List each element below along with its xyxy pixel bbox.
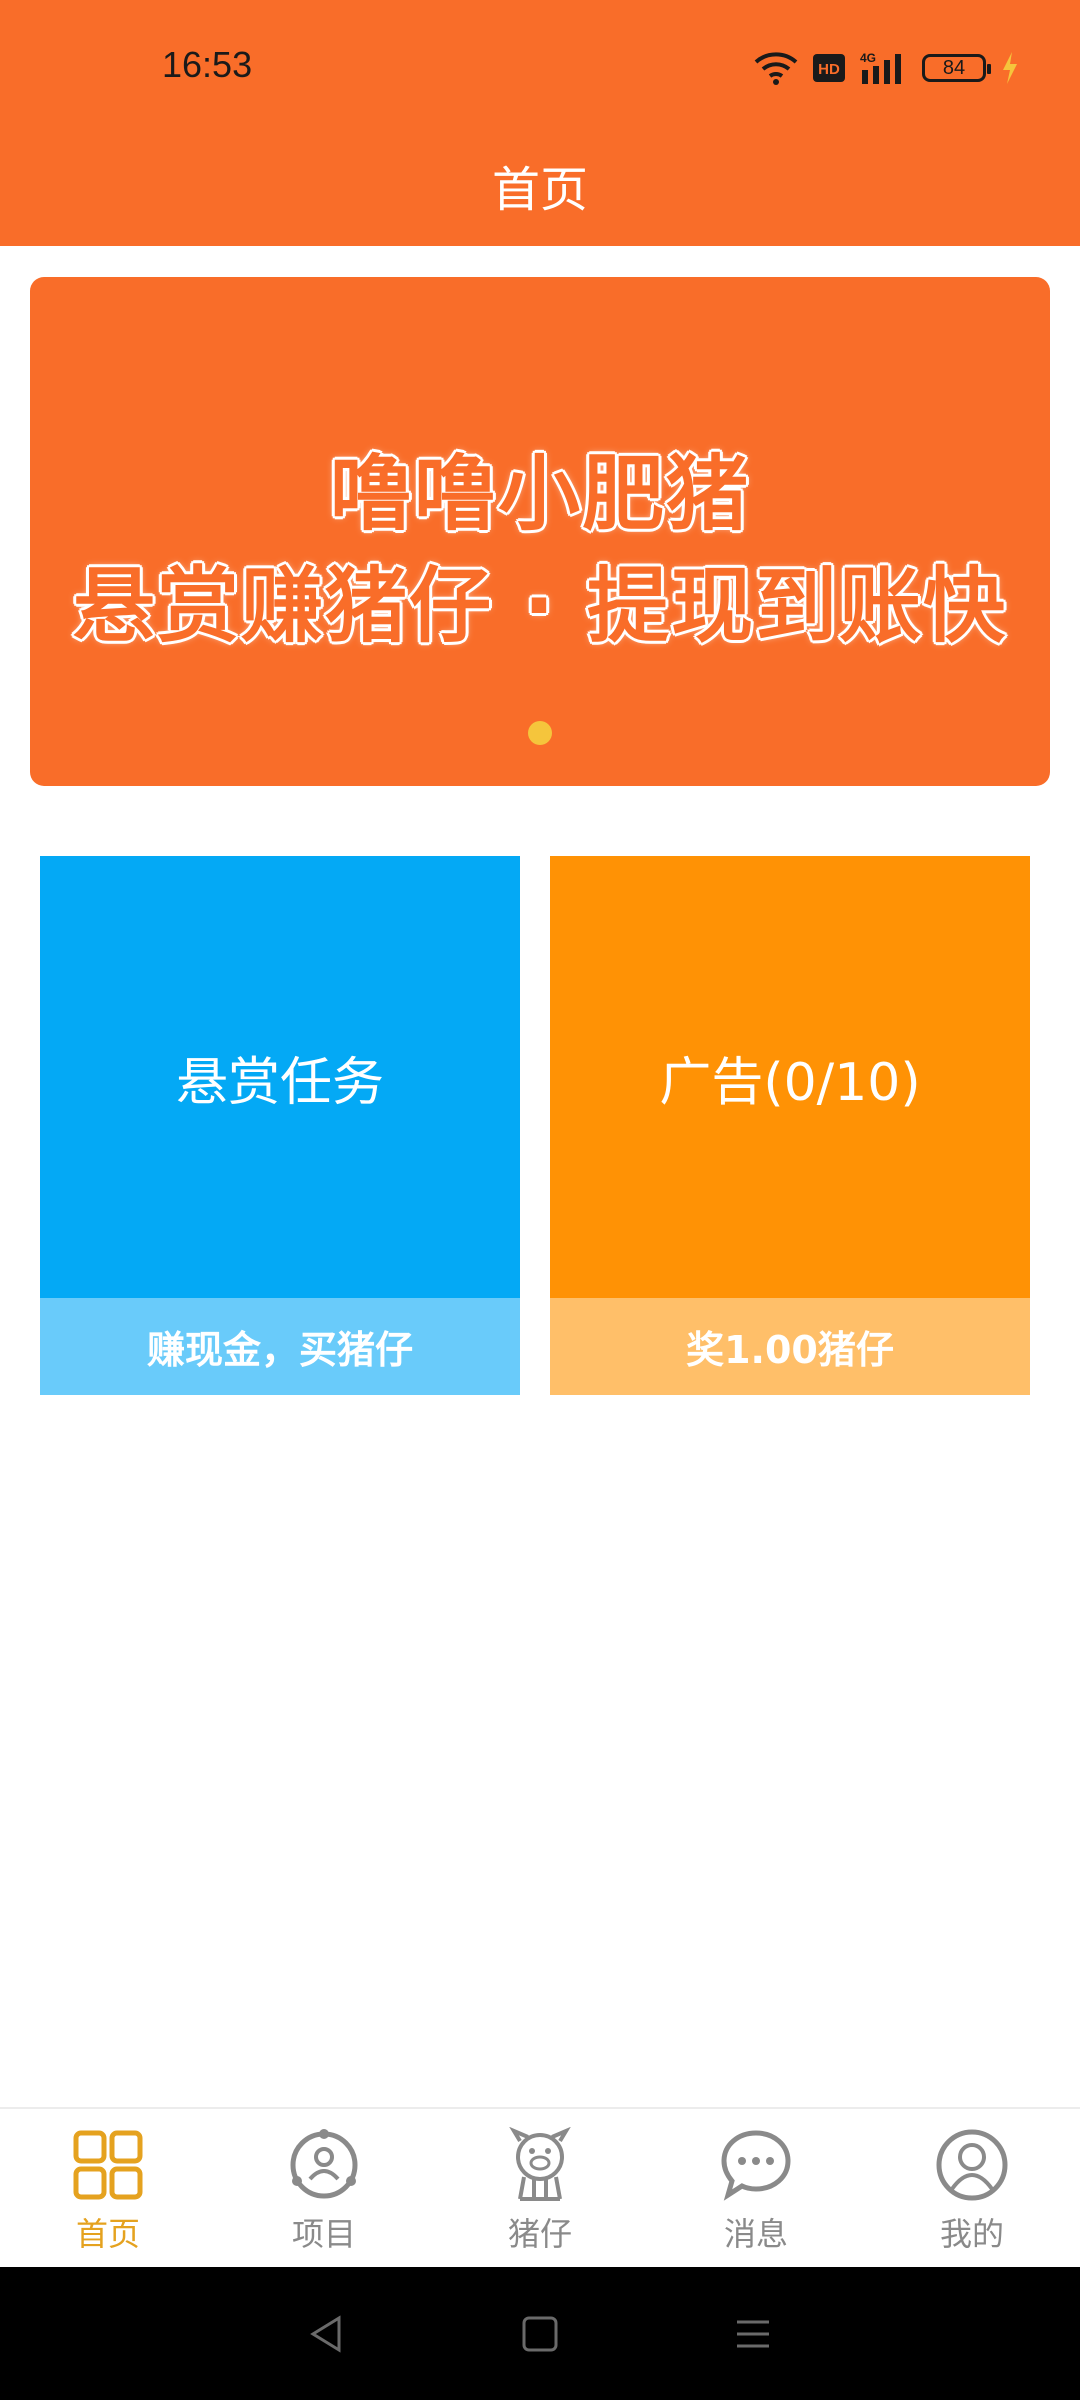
grid-icon bbox=[73, 2130, 143, 2200]
reward-task-subtitle: 赚现金，买猪仔 bbox=[40, 1298, 520, 1395]
battery-level: 84 bbox=[942, 56, 966, 79]
tab-project-label: 项目 bbox=[291, 2215, 356, 2253]
back-icon[interactable] bbox=[307, 2314, 347, 2354]
wifi-icon bbox=[754, 52, 798, 85]
top-bar: 16:53 HD 4G 84 首页 bbox=[0, 0, 1080, 246]
banner-slogan: 悬赏赚猪仔 · 提现到账快 bbox=[72, 559, 1008, 654]
banner-title: 噜噜小肥猪 bbox=[329, 447, 750, 542]
message-icon bbox=[721, 2130, 791, 2201]
ad-subtitle: 奖1.00猪仔 bbox=[550, 1298, 1030, 1395]
home-icon[interactable] bbox=[520, 2314, 560, 2354]
tab-message-label: 消息 bbox=[723, 2215, 788, 2253]
promo-banner[interactable]: 噜噜小肥猪 悬赏赚猪仔 · 提现到账快 bbox=[30, 277, 1050, 786]
tab-pig-label: 猪仔 bbox=[507, 2215, 572, 2253]
status-time: 16:53 bbox=[162, 44, 253, 85]
system-nav-bar bbox=[0, 2267, 1080, 2400]
reward-task-card[interactable]: 悬赏任务 赚现金，买猪仔 bbox=[40, 856, 520, 1395]
ad-card[interactable]: 广告(0/10) 奖1.00猪仔 bbox=[550, 856, 1030, 1395]
charging-icon bbox=[1003, 52, 1017, 84]
hd-icon: HD bbox=[813, 54, 845, 82]
tab-message[interactable]: 消息 bbox=[648, 2109, 864, 2269]
reward-task-title: 悬赏任务 bbox=[40, 856, 520, 1298]
profile-icon bbox=[936, 2129, 1008, 2201]
bottom-tab-bar: 首页 项目 猪仔 消息 我的 bbox=[0, 2107, 1080, 2269]
menu-icon[interactable] bbox=[733, 2314, 773, 2354]
ad-title: 广告(0/10) bbox=[550, 856, 1030, 1298]
tab-pig[interactable]: 猪仔 bbox=[432, 2109, 648, 2269]
tab-project[interactable]: 项目 bbox=[216, 2109, 432, 2269]
project-icon bbox=[290, 2129, 358, 2199]
tab-home-label: 首页 bbox=[75, 2215, 140, 2253]
battery-icon: 84 bbox=[922, 54, 991, 82]
tab-home[interactable]: 首页 bbox=[0, 2109, 216, 2269]
svg-text:4G: 4G bbox=[860, 51, 876, 65]
banner-page-indicator bbox=[528, 721, 552, 745]
svg-text:HD: HD bbox=[818, 61, 840, 78]
page-title: 首页 bbox=[491, 162, 588, 218]
tab-mine[interactable]: 我的 bbox=[864, 2109, 1080, 2269]
4g-signal-icon: 4G bbox=[860, 51, 901, 84]
tab-mine-label: 我的 bbox=[939, 2215, 1004, 2253]
status-icons: HD 4G 84 bbox=[754, 44, 1020, 92]
pig-icon bbox=[509, 2127, 571, 2201]
